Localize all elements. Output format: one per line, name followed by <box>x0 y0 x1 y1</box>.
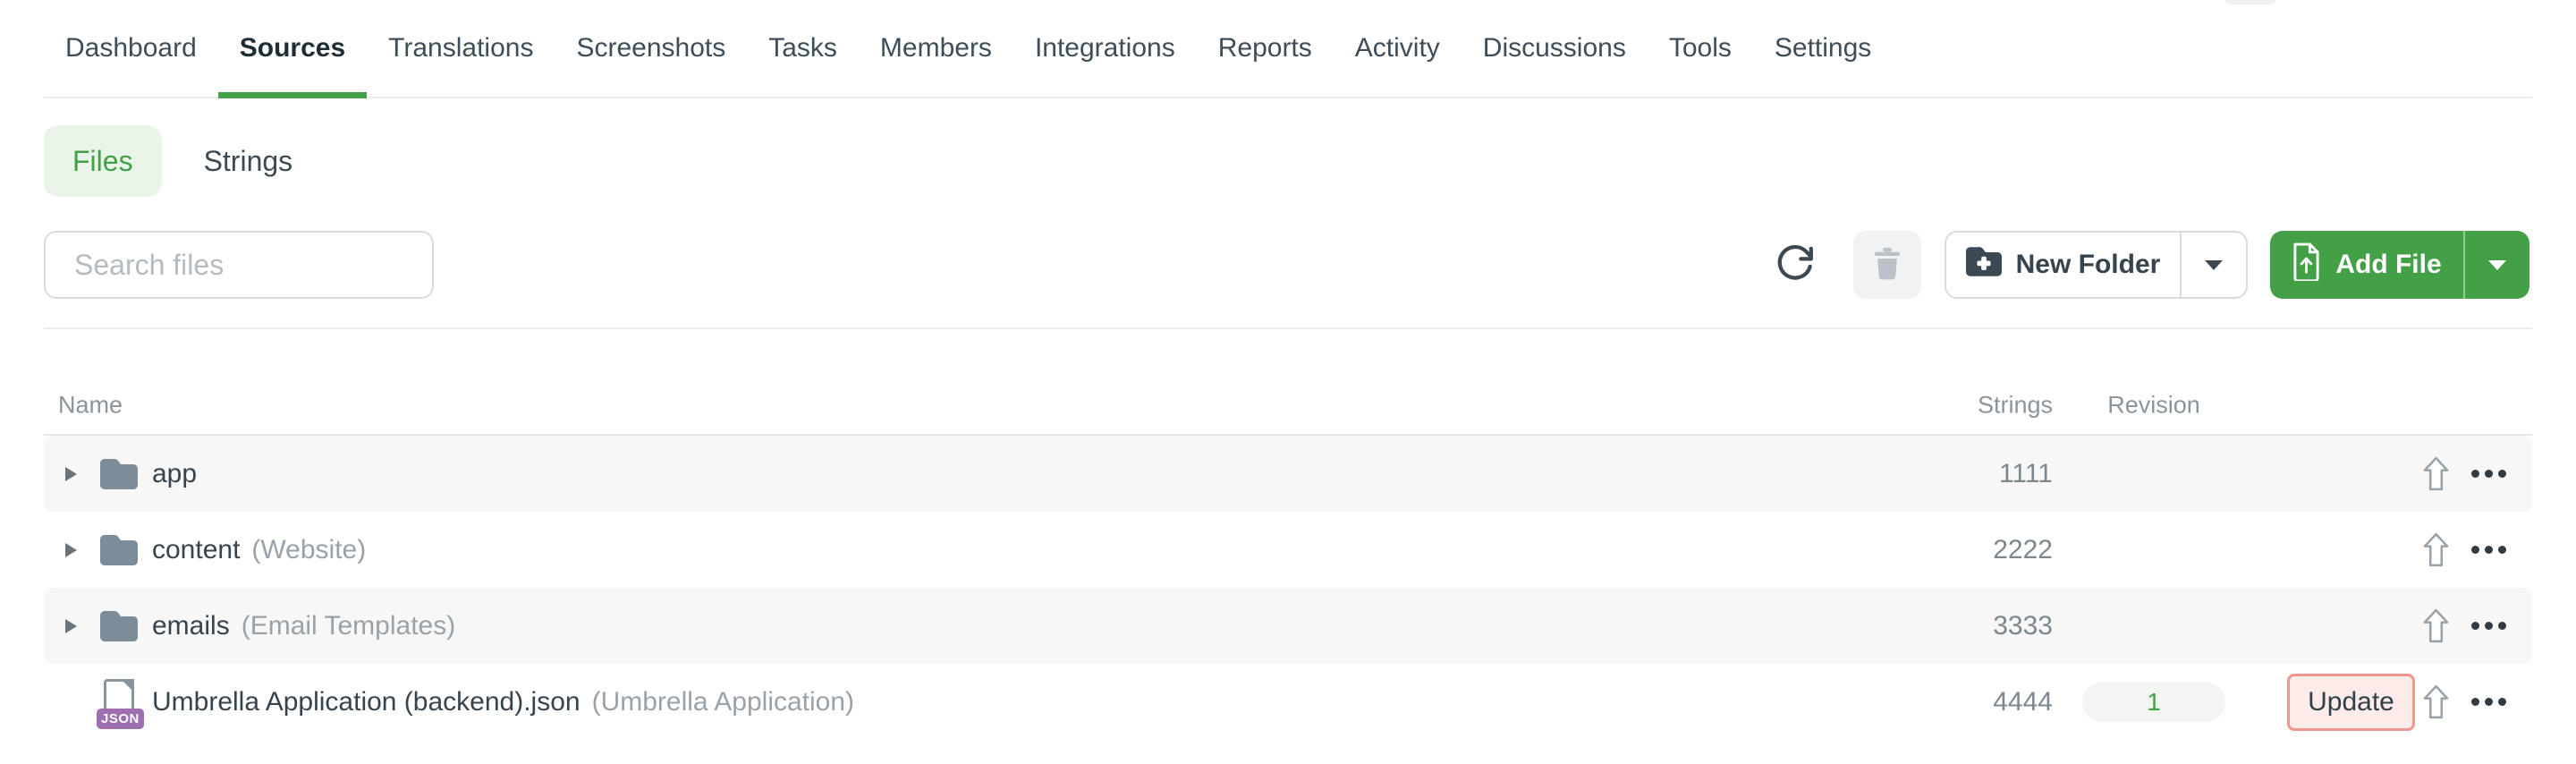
add-file-label: Add File <box>2335 250 2442 279</box>
file-upload-icon <box>2292 242 2321 288</box>
table-header-row: Name Strings Revision <box>44 376 2532 436</box>
upload-translations-button[interactable] <box>2419 529 2452 572</box>
ellipsis-icon <box>2470 470 2479 478</box>
nav-label: Tasks <box>768 33 837 63</box>
ellipsis-icon <box>2470 622 2479 630</box>
folder-name: content (Website) <box>152 534 367 565</box>
add-file-dropdown-button[interactable] <box>2463 231 2529 299</box>
expand-caret-icon[interactable] <box>65 466 77 481</box>
new-folder-dropdown-button[interactable] <box>2180 233 2246 297</box>
view-toggle: Files Strings <box>44 125 292 197</box>
nav-item-tools[interactable]: Tools <box>1648 0 1753 97</box>
folder-name: app <box>152 458 198 488</box>
table-row-folder-content[interactable]: content (Website) 2222 <box>44 512 2532 588</box>
file-note: (Umbrella Application) <box>591 686 855 717</box>
folder-icon <box>100 534 138 565</box>
new-folder-button[interactable]: New Folder <box>1946 233 2180 297</box>
refresh-icon <box>1775 242 1816 288</box>
nav-item-settings[interactable]: Settings <box>1753 0 1893 97</box>
column-header-strings: Strings <box>1977 391 2053 418</box>
table-row-folder-app[interactable]: app 1111 <box>44 436 2532 512</box>
nav-label: Sources <box>239 33 346 63</box>
chevron-down-icon <box>2488 259 2506 270</box>
files-table: Name Strings Revision app 1111 content (W… <box>44 376 2532 740</box>
nav-label: Settings <box>1774 33 1872 63</box>
upload-translations-button[interactable] <box>2419 453 2452 496</box>
chevron-down-icon <box>2205 259 2223 270</box>
expand-caret-icon[interactable] <box>65 618 77 633</box>
add-file-button-group: Add File <box>2270 231 2529 299</box>
more-actions-button[interactable] <box>2463 529 2513 572</box>
nav-label: Discussions <box>1482 33 1626 63</box>
upload-translations-button[interactable] <box>2419 605 2452 648</box>
toggle-files[interactable]: Files <box>44 125 162 197</box>
nav-item-activity[interactable]: Activity <box>1334 0 1462 97</box>
toggle-strings[interactable]: Strings <box>204 125 293 197</box>
nav-label: Tools <box>1668 33 1732 63</box>
new-folder-button-group: New Folder <box>1945 231 2248 299</box>
strings-count: 1111 <box>1998 458 2053 488</box>
upload-arrow-icon <box>2423 456 2448 491</box>
json-badge: JSON <box>97 708 144 729</box>
upload-arrow-icon <box>2423 532 2448 567</box>
project-nav: Dashboard Sources Translations Screensho… <box>44 0 2532 98</box>
more-actions-button[interactable] <box>2463 605 2513 648</box>
new-folder-label: New Folder <box>2015 250 2161 279</box>
refresh-button[interactable] <box>1761 231 1829 299</box>
more-actions-button[interactable] <box>2463 453 2513 496</box>
nav-label: Activity <box>1354 33 1440 63</box>
nav-label: Translations <box>388 33 534 63</box>
trash-icon <box>1869 245 1905 285</box>
strings-count: 2222 <box>1993 534 2053 565</box>
update-button[interactable]: Update <box>2287 673 2415 731</box>
table-row-folder-emails[interactable]: emails (Email Templates) 3333 <box>44 588 2532 664</box>
revision-badge[interactable]: 1 <box>2082 682 2225 722</box>
nav-item-dashboard[interactable]: Dashboard <box>44 0 218 97</box>
column-header-name: Name <box>58 391 123 418</box>
nav-item-screenshots[interactable]: Screenshots <box>555 0 747 97</box>
nav-label: Members <box>879 33 992 63</box>
nav-label: Integrations <box>1034 33 1175 63</box>
nav-item-translations[interactable]: Translations <box>367 0 555 97</box>
strings-count: 3333 <box>1993 610 2053 641</box>
upload-arrow-icon <box>2423 608 2448 643</box>
column-header-revision: Revision <box>2107 391 2200 418</box>
folder-icon <box>100 610 138 641</box>
active-tab-underline <box>217 92 368 98</box>
delete-button[interactable] <box>1853 231 1921 299</box>
nav-item-members[interactable]: Members <box>859 0 1013 97</box>
upload-arrow-icon <box>2423 684 2448 719</box>
folder-name: emails (Email Templates) <box>152 610 456 641</box>
table-row-file-umbrella-json[interactable]: JSON Umbrella Application (backend).json… <box>44 664 2532 740</box>
nav-label: Dashboard <box>65 33 197 63</box>
nav-item-integrations[interactable]: Integrations <box>1013 0 1197 97</box>
nav-label: Screenshots <box>576 33 726 63</box>
ellipsis-icon <box>2470 546 2479 554</box>
nav-label: Reports <box>1217 33 1312 63</box>
nav-item-reports[interactable]: Reports <box>1197 0 1334 97</box>
folder-plus-icon <box>1965 246 2002 284</box>
search-input[interactable] <box>44 231 434 299</box>
upload-translations-button[interactable] <box>2419 681 2452 724</box>
folder-note: (Email Templates) <box>241 610 456 641</box>
nav-item-tasks[interactable]: Tasks <box>747 0 859 97</box>
add-file-button[interactable]: Add File <box>2270 231 2463 299</box>
more-actions-button[interactable] <box>2463 681 2513 724</box>
ellipsis-icon <box>2470 698 2479 706</box>
folder-note: (Website) <box>251 534 367 565</box>
expand-caret-icon[interactable] <box>65 542 77 557</box>
folder-icon <box>100 458 138 489</box>
strings-count: 4444 <box>1993 686 2053 717</box>
nav-item-sources[interactable]: Sources <box>217 0 368 98</box>
nav-item-discussions[interactable]: Discussions <box>1462 0 1648 97</box>
json-file-icon: JSON <box>97 677 144 729</box>
toolbar-divider <box>44 327 2532 329</box>
file-name: Umbrella Application (backend).json (Umbr… <box>152 686 855 717</box>
